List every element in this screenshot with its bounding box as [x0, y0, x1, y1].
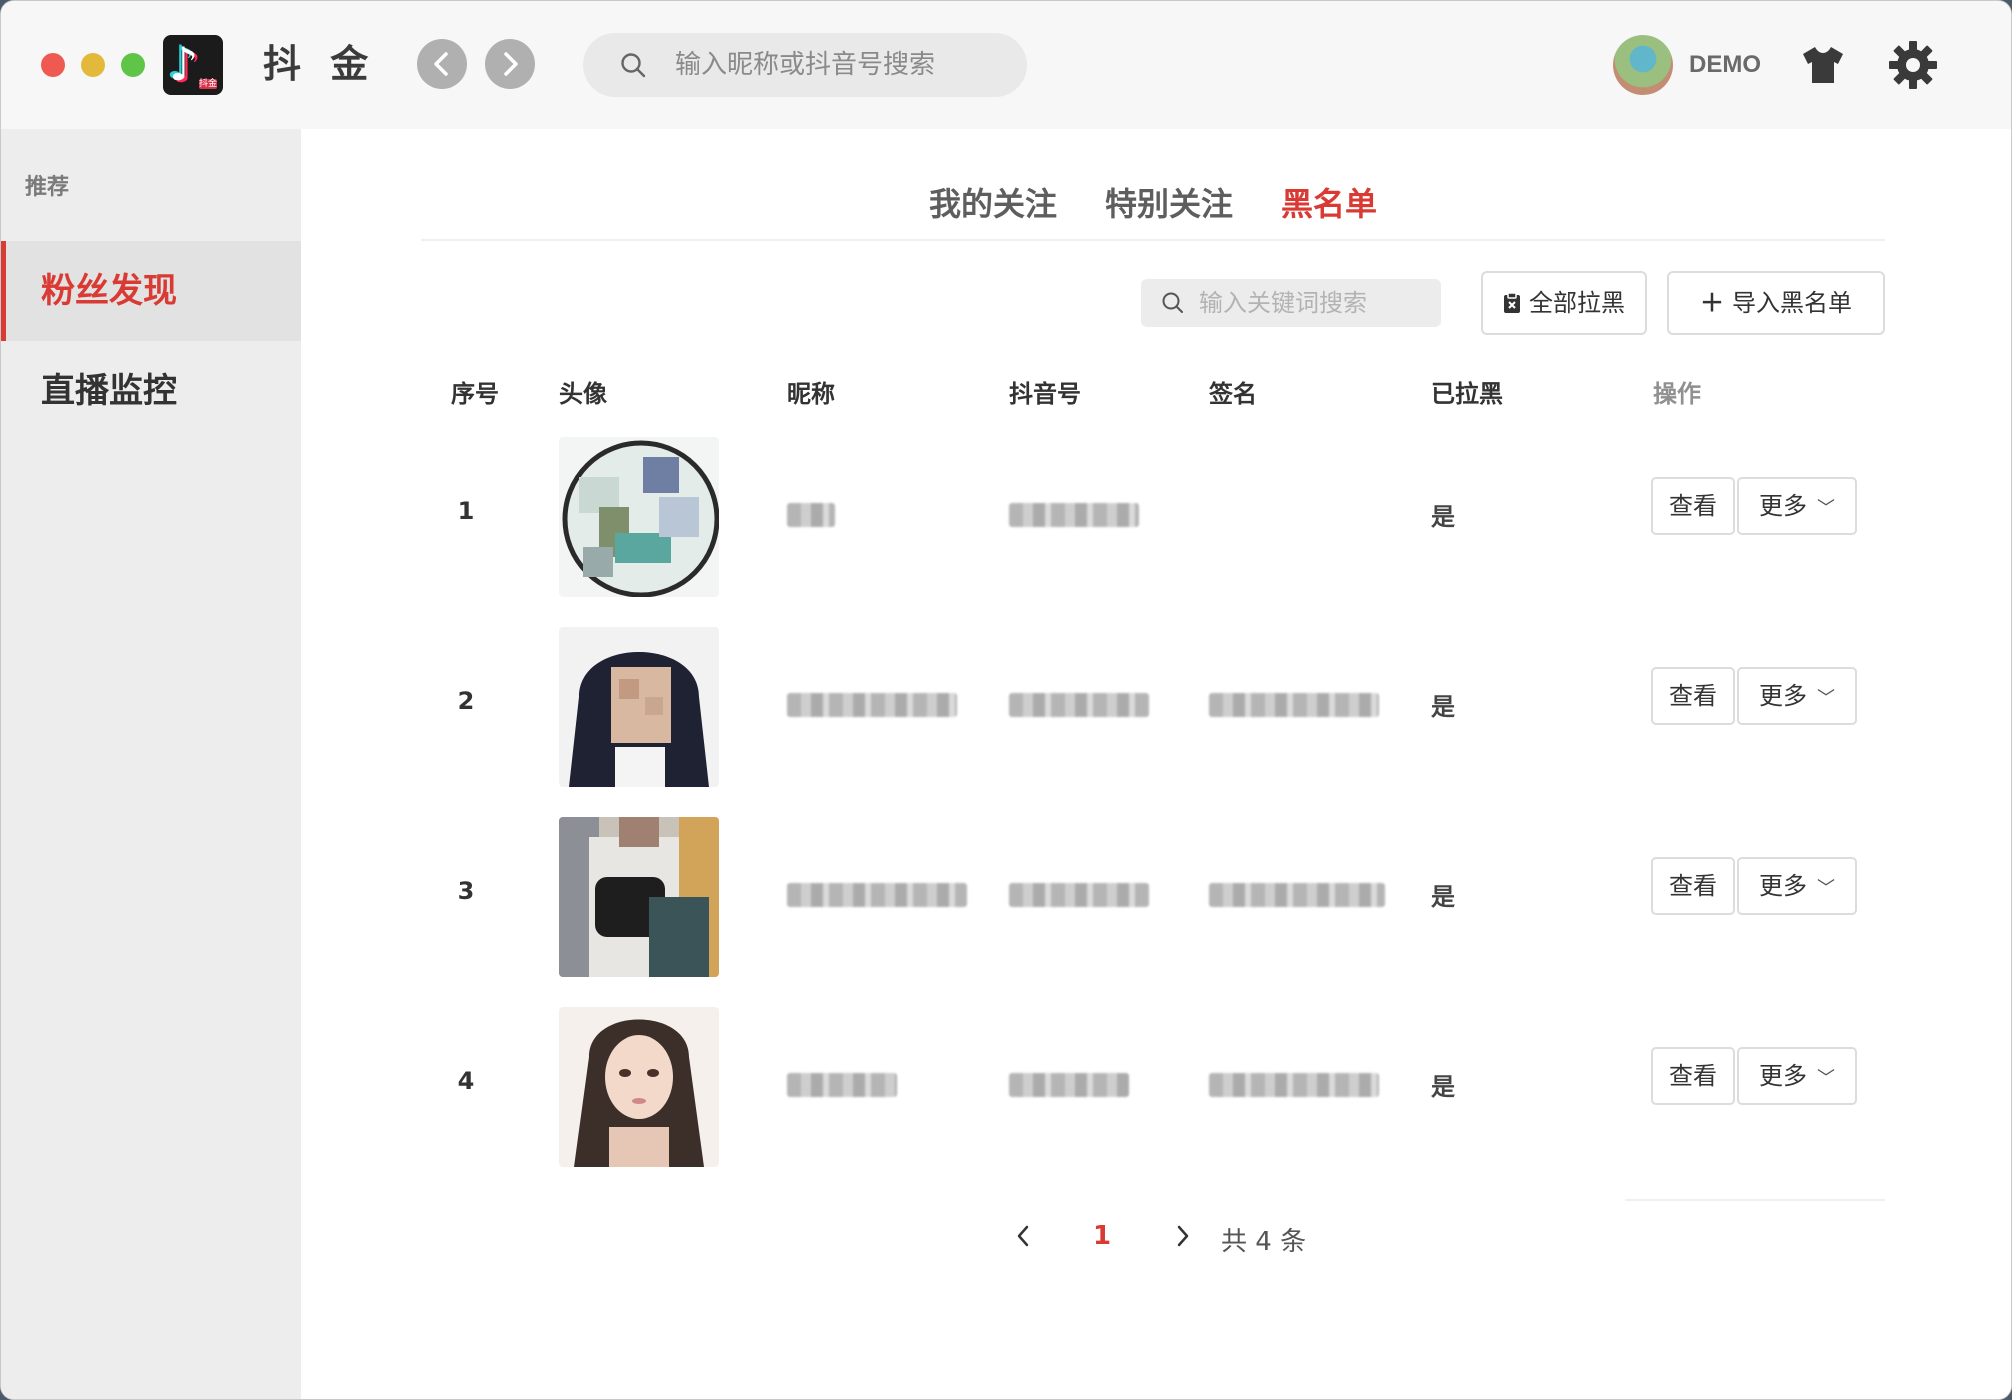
view-button[interactable]: 查看 — [1651, 1047, 1735, 1105]
previous-page-button[interactable] — [1011, 1221, 1035, 1258]
view-button[interactable]: 查看 — [1651, 477, 1735, 535]
chevron-left-icon — [434, 52, 448, 76]
column-header-douyin-id: 抖音号 — [1009, 380, 1081, 408]
more-label: 更多 — [1759, 492, 1807, 520]
chevron-right-icon — [504, 52, 518, 76]
view-button[interactable]: 查看 — [1651, 667, 1735, 725]
douyin-id-redacted — [1009, 1073, 1129, 1097]
table-row: 1 是 查看 更多 ﹀ — [421, 419, 1885, 609]
plus-icon: ＋ — [1700, 289, 1724, 317]
gear-icon — [1889, 41, 1937, 89]
table-row: 4 是 查看 更多 ﹀ — [421, 989, 1885, 1179]
tab-my-following[interactable]: 我的关注 — [929, 179, 1057, 225]
app-title: 抖 金 — [263, 42, 377, 86]
forward-button[interactable] — [485, 39, 535, 89]
chevron-right-icon — [1177, 1225, 1189, 1247]
blocked-status: 是 — [1431, 883, 1455, 911]
app-window: ♪ 抖金 抖 金 DEMO — [0, 0, 2012, 1400]
column-header-nickname: 昵称 — [787, 380, 835, 408]
tab-divider — [421, 239, 1885, 241]
sidebar-item-live-monitor[interactable]: 直播监控 — [1, 341, 301, 441]
sidebar: 推荐 粉丝发现 直播监控 — [1, 129, 301, 1399]
pagination-divider — [1625, 1199, 1885, 1201]
clipboard-x-icon — [1503, 273, 1521, 333]
chevron-down-icon: ﹀ — [1817, 1068, 1835, 1089]
music-note-icon: ♪ — [169, 37, 199, 91]
block-all-button[interactable]: 全部拉黑 — [1481, 271, 1647, 335]
column-header-index: 序号 — [451, 380, 499, 408]
sidebar-section-title: 推荐 — [25, 175, 70, 200]
more-dropdown[interactable]: 更多 ﹀ — [1737, 667, 1857, 725]
column-header-signature: 签名 — [1209, 380, 1257, 408]
nickname-redacted — [787, 1073, 897, 1097]
close-window-button[interactable] — [41, 53, 65, 77]
more-label: 更多 — [1759, 682, 1807, 710]
more-label: 更多 — [1759, 872, 1807, 900]
more-label: 更多 — [1759, 1062, 1807, 1090]
search-icon — [1162, 292, 1183, 313]
row-index: 2 — [457, 687, 475, 715]
row-avatar — [559, 627, 719, 787]
column-header-avatar: 头像 — [559, 380, 607, 408]
row-avatar — [559, 817, 719, 977]
nickname-redacted — [787, 693, 957, 717]
pagination: 1 共 4 条 — [301, 1209, 2011, 1265]
avatar[interactable] — [1613, 35, 1673, 95]
import-blacklist-button[interactable]: ＋ 导入黑名单 — [1667, 271, 1885, 335]
row-index: 3 — [457, 877, 475, 905]
app-logo: ♪ 抖金 — [163, 35, 223, 95]
blocked-status: 是 — [1431, 503, 1455, 531]
table-row: 2 是 查看 更多 ﹀ — [421, 609, 1885, 799]
minimize-window-button[interactable] — [81, 53, 105, 77]
douyin-id-redacted — [1009, 503, 1139, 527]
column-header-actions: 操作 — [1653, 380, 1701, 408]
back-button[interactable] — [417, 39, 467, 89]
douyin-id-redacted — [1009, 883, 1149, 907]
sidebar-item-fan-discovery[interactable]: 粉丝发现 — [1, 241, 301, 341]
main-content: 我的关注 特别关注 黑名单 全部拉黑 ＋ 导入黑名单 — [301, 129, 2011, 1399]
row-avatar — [559, 437, 719, 597]
search-icon — [621, 53, 646, 78]
nickname-redacted — [787, 883, 967, 907]
blocked-status: 是 — [1431, 693, 1455, 721]
settings-button[interactable] — [1887, 39, 1939, 95]
row-avatar — [559, 1007, 719, 1167]
chevron-down-icon: ﹀ — [1817, 688, 1835, 709]
page-number-current[interactable]: 1 — [1093, 1221, 1111, 1251]
tshirt-icon — [1803, 47, 1843, 83]
column-header-blocked: 已拉黑 — [1431, 380, 1503, 408]
chevron-left-icon — [1017, 1225, 1029, 1247]
row-index: 4 — [457, 1067, 475, 1095]
global-search-box[interactable] — [583, 33, 1027, 97]
maximize-window-button[interactable] — [121, 53, 145, 77]
block-all-label: 全部拉黑 — [1529, 289, 1625, 317]
signature-redacted — [1209, 693, 1379, 717]
tab-blacklist[interactable]: 黑名单 — [1281, 179, 1377, 225]
tab-special-following[interactable]: 特别关注 — [1105, 179, 1233, 225]
signature-redacted — [1209, 1073, 1379, 1097]
more-dropdown[interactable]: 更多 ﹀ — [1737, 1047, 1857, 1105]
keyword-search-box[interactable] — [1141, 279, 1441, 327]
table-row: 3 是 查看 更多 ﹀ — [421, 799, 1885, 989]
user-name[interactable]: DEMO — [1689, 49, 1761, 81]
blocked-status: 是 — [1431, 1073, 1455, 1101]
title-bar: ♪ 抖金 抖 金 DEMO — [1, 1, 2011, 129]
total-count: 共 4 条 — [1221, 1227, 1307, 1257]
douyin-id-redacted — [1009, 693, 1149, 717]
global-search-input[interactable] — [675, 43, 1005, 87]
next-page-button[interactable] — [1171, 1221, 1195, 1258]
keyword-search-input[interactable] — [1199, 285, 1431, 321]
chevron-down-icon: ﹀ — [1817, 498, 1835, 519]
more-dropdown[interactable]: 更多 ﹀ — [1737, 477, 1857, 535]
import-blacklist-label: 导入黑名单 — [1732, 289, 1852, 317]
view-button[interactable]: 查看 — [1651, 857, 1735, 915]
app-logo-text: 抖金 — [199, 79, 218, 89]
row-index: 1 — [457, 497, 475, 525]
chevron-down-icon: ﹀ — [1817, 878, 1835, 899]
skin-button[interactable] — [1799, 41, 1847, 93]
more-dropdown[interactable]: 更多 ﹀ — [1737, 857, 1857, 915]
nickname-redacted — [787, 503, 835, 527]
signature-redacted — [1209, 883, 1385, 907]
